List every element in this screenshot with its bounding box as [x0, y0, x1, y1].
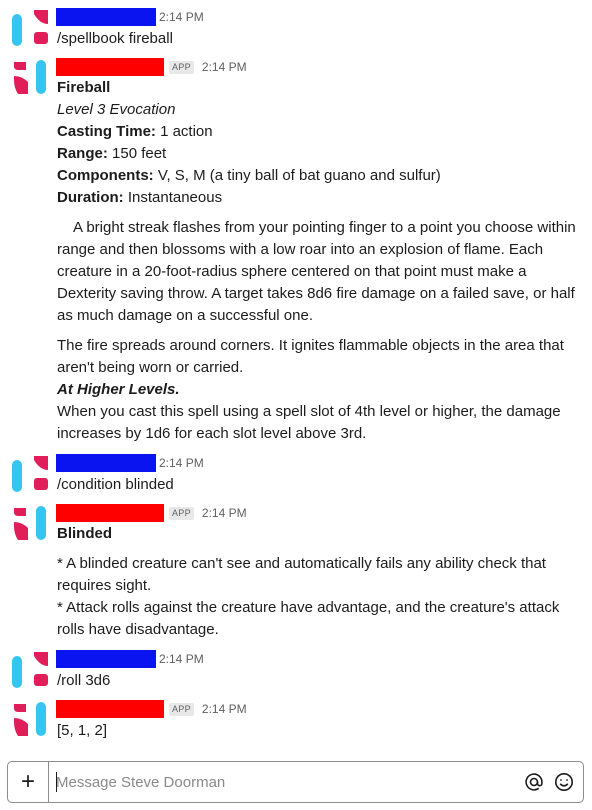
message-text: /condition blinded	[57, 476, 174, 493]
casting-time-label: Casting Time:	[57, 123, 156, 140]
spell-description-extra: The fire spreads around corners. It igni…	[57, 337, 564, 376]
app-badge: APP	[169, 506, 194, 520]
message-header: 2:14 PM	[56, 8, 204, 26]
message-user-spellbook: 2:14 PM /spellbook fireball	[0, 6, 592, 50]
message-text: /spellbook fireball	[57, 30, 173, 47]
timestamp[interactable]: 2:14 PM	[202, 506, 247, 520]
message-header: 2:14 PM	[56, 454, 204, 472]
message-header: 2:14 PM	[56, 650, 204, 668]
message-user-condition: 2:14 PM /condition blinded	[0, 452, 592, 496]
spell-range: Range: 150 feet	[57, 143, 583, 165]
avatar[interactable]	[12, 58, 52, 98]
redacted-botname[interactable]	[56, 58, 164, 76]
app-badge: APP	[169, 60, 194, 74]
spell-description: A bright streak flashes from your pointi…	[57, 219, 576, 324]
message-input[interactable]	[56, 772, 496, 792]
message-header: APP 2:14 PM	[56, 504, 247, 522]
timestamp[interactable]: 2:14 PM	[159, 10, 204, 24]
higher-levels-text: When you cast this spell using a spell s…	[57, 403, 561, 442]
avatar[interactable]	[12, 700, 52, 740]
timestamp[interactable]: 2:14 PM	[159, 456, 204, 470]
app-badge: APP	[169, 702, 194, 716]
redacted-username[interactable]	[56, 650, 156, 668]
timestamp[interactable]: 2:14 PM	[202, 60, 247, 74]
condition-name: Blinded	[57, 525, 112, 542]
condition-rule: * Attack rolls against the creature have…	[57, 599, 560, 638]
components-label: Components:	[57, 167, 154, 184]
avatar[interactable]	[12, 504, 52, 544]
message-bot-fireball: APP 2:14 PM Fireball Level 3 Evocation C…	[0, 56, 592, 446]
redacted-username[interactable]	[56, 8, 156, 26]
plus-icon[interactable]: +	[8, 762, 49, 802]
avatar[interactable]	[12, 650, 52, 690]
slack-logo-icon	[12, 10, 48, 46]
slack-logo-icon	[14, 506, 46, 540]
message-bot-blinded: APP 2:14 PM Blinded * A blinded creature…	[0, 502, 592, 642]
redacted-botname[interactable]	[56, 504, 164, 522]
slack-logo-icon	[12, 456, 48, 492]
spell-level: Level 3 Evocation	[57, 101, 176, 118]
spell-duration: Duration: Instantaneous	[57, 187, 583, 209]
timestamp[interactable]: 2:14 PM	[159, 652, 204, 666]
redacted-username[interactable]	[56, 454, 156, 472]
message-user-roll: 2:14 PM /roll 3d6	[0, 648, 592, 692]
range-label: Range:	[57, 145, 108, 162]
condition-card: Blinded * A blinded creature can't see a…	[57, 523, 583, 641]
message-composer: +	[7, 761, 584, 803]
timestamp[interactable]: 2:14 PM	[202, 702, 247, 716]
message-header: APP 2:14 PM	[56, 58, 247, 76]
message-bot-roll-result: APP 2:14 PM [5, 1, 2]	[0, 698, 592, 744]
spell-card: Fireball Level 3 Evocation Casting Time:…	[57, 77, 583, 445]
roll-result: [5, 1, 2]	[57, 722, 108, 739]
at-sign-icon[interactable]	[523, 771, 545, 793]
slack-logo-icon	[12, 652, 48, 688]
message-text: /roll 3d6	[57, 672, 111, 689]
spell-name: Fireball	[57, 79, 111, 96]
emoji-smiley-icon[interactable]	[553, 771, 575, 793]
avatar[interactable]	[12, 454, 52, 494]
condition-rule: * A blinded creature can't see and autom…	[57, 555, 546, 594]
spell-casting-time: Casting Time: 1 action	[57, 121, 583, 143]
spell-components: Components: V, S, M (a tiny ball of bat …	[57, 165, 583, 187]
duration-label: Duration:	[57, 189, 124, 206]
slack-logo-icon	[14, 702, 46, 736]
duration-value: Instantaneous	[123, 189, 223, 206]
range-value: 150 feet	[107, 145, 167, 162]
avatar[interactable]	[12, 8, 52, 48]
message-header: APP 2:14 PM	[56, 700, 247, 718]
text-cursor	[56, 772, 57, 792]
higher-levels-label: At Higher Levels.	[57, 381, 180, 398]
components-value: V, S, M (a tiny ball of bat guano and su…	[153, 167, 441, 184]
slack-logo-icon	[14, 60, 46, 94]
redacted-botname[interactable]	[56, 700, 164, 718]
casting-time-value: 1 action	[155, 123, 213, 140]
